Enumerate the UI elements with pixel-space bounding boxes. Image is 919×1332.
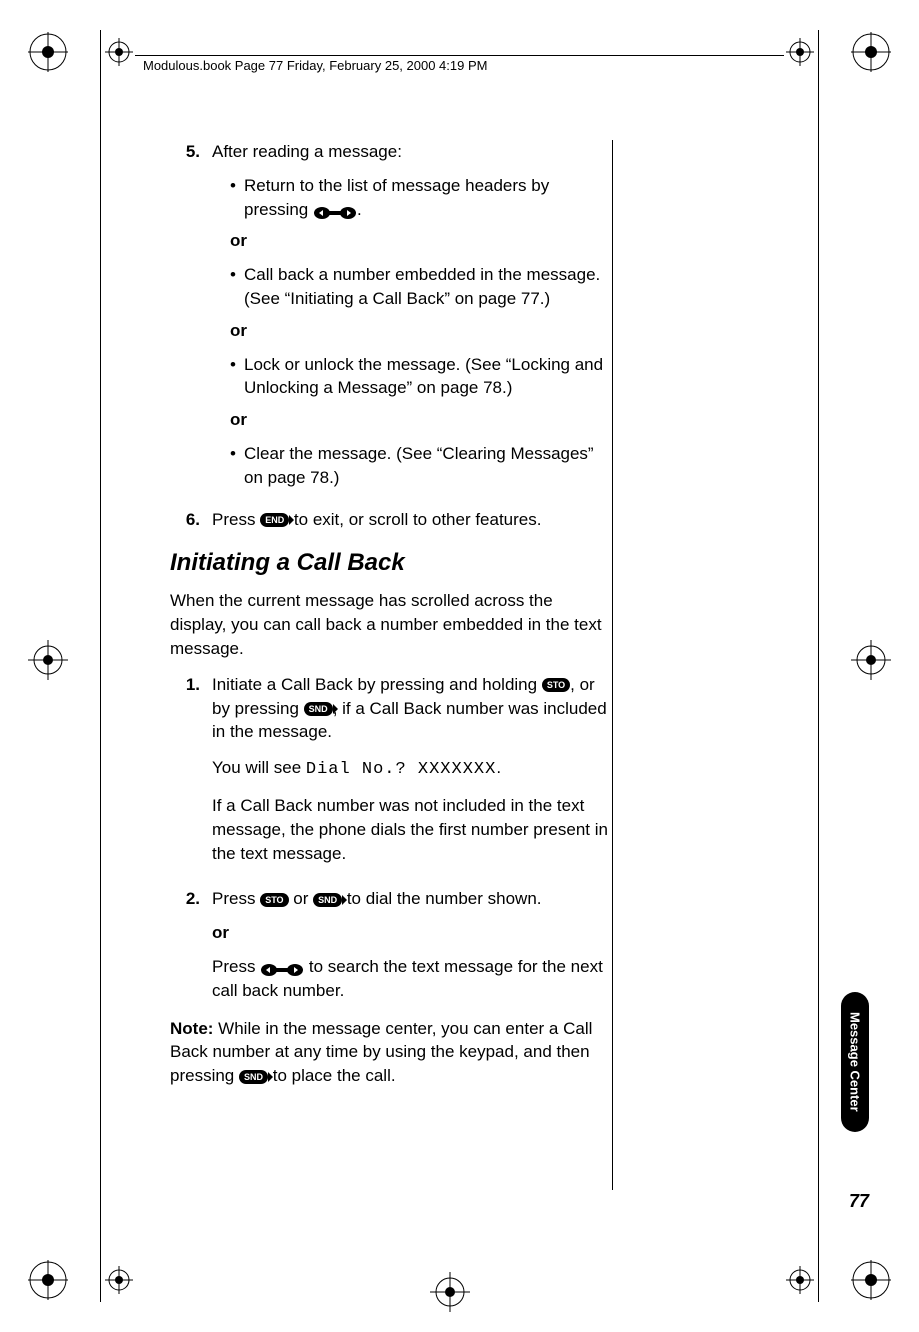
step-text: Press to search the text message for the… bbox=[212, 955, 610, 1003]
step-text: Press END to exit, or scroll to other fe… bbox=[212, 508, 610, 532]
snd-key-icon: SND bbox=[239, 1070, 268, 1084]
scroll-key-icon bbox=[313, 203, 357, 217]
or-separator: or bbox=[230, 319, 610, 343]
step-text: After reading a message: bbox=[212, 140, 610, 164]
section-heading: Initiating a Call Back bbox=[170, 549, 610, 577]
header-text: Modulous.book Page 77 Friday, February 2… bbox=[143, 58, 487, 73]
step-number: 1. bbox=[170, 673, 200, 878]
crop-mark-icon bbox=[28, 640, 68, 680]
crop-mark-icon bbox=[105, 1266, 133, 1294]
lcd-text: Dial No.? XXXXXXX bbox=[306, 760, 496, 779]
header-rule bbox=[135, 55, 784, 56]
crop-mark-icon bbox=[786, 38, 814, 66]
crop-mark-icon bbox=[28, 32, 68, 72]
bullet-text: Lock or unlock the message. (See “Lockin… bbox=[244, 353, 610, 401]
bullet-text: Call back a number embedded in the messa… bbox=[244, 263, 610, 311]
crop-mark-icon bbox=[430, 1272, 470, 1312]
note-label: Note: bbox=[170, 1019, 218, 1038]
bullet-text: Return to the list of message headers by… bbox=[244, 174, 610, 222]
snd-key-icon: SND bbox=[304, 702, 333, 716]
frame-line bbox=[818, 30, 819, 1302]
bullet-icon: • bbox=[230, 174, 244, 222]
section-tab: Message Center bbox=[841, 992, 869, 1132]
step-number: 2. bbox=[170, 887, 200, 1002]
or-separator: or bbox=[230, 408, 610, 432]
sto-key-icon: STO bbox=[260, 893, 288, 907]
bullet-icon: • bbox=[230, 442, 244, 490]
crop-mark-icon bbox=[851, 32, 891, 72]
crop-mark-icon bbox=[786, 1266, 814, 1294]
end-key-icon: END bbox=[260, 513, 289, 527]
crop-mark-icon bbox=[851, 640, 891, 680]
step-number: 5. bbox=[170, 140, 200, 498]
paragraph: When the current message has scrolled ac… bbox=[170, 589, 610, 660]
bullet-icon: • bbox=[230, 353, 244, 401]
or-separator: or bbox=[230, 229, 610, 253]
scroll-key-icon bbox=[260, 960, 304, 974]
or-separator: or bbox=[212, 921, 610, 945]
snd-key-icon: SND bbox=[313, 893, 342, 907]
note-paragraph: Note: While in the message center, you c… bbox=[170, 1017, 610, 1088]
crop-mark-icon bbox=[851, 1260, 891, 1300]
crop-mark-icon bbox=[28, 1260, 68, 1300]
step-text: You will see Dial No.? XXXXXXX. bbox=[212, 756, 610, 782]
bullet-text: Clear the message. (See “Clearing Messag… bbox=[244, 442, 610, 490]
page-number: 77 bbox=[849, 1191, 869, 1212]
column-rule bbox=[612, 140, 613, 1190]
step-text: If a Call Back number was not included i… bbox=[212, 794, 610, 865]
step-text: Press STO or SND to dial the number show… bbox=[212, 887, 610, 911]
sto-key-icon: STO bbox=[542, 678, 570, 692]
step-text: Initiate a Call Back by pressing and hol… bbox=[212, 673, 610, 744]
bullet-icon: • bbox=[230, 263, 244, 311]
crop-mark-icon bbox=[105, 38, 133, 66]
step-number: 6. bbox=[170, 508, 200, 532]
frame-line bbox=[100, 30, 101, 1302]
